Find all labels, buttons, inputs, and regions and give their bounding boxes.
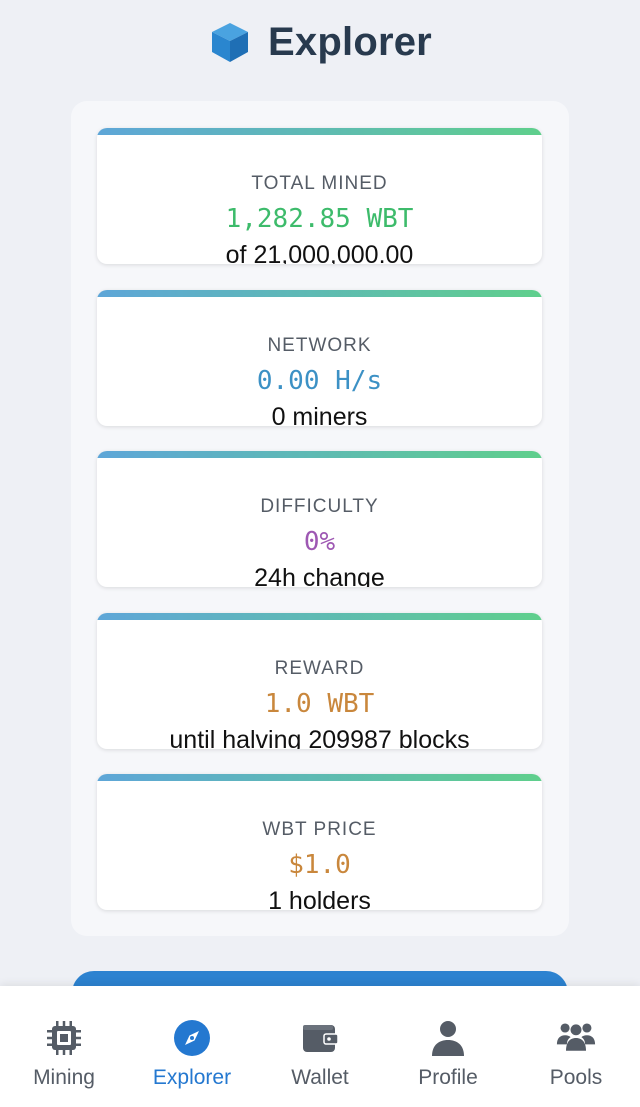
card-accent-bar bbox=[97, 290, 542, 297]
bottom-nav: Mining Explorer Wallet Profile Pools bbox=[0, 986, 640, 1107]
stats-panel: TOTAL MINED 1,282.85 WBT of 21,000,000.0… bbox=[71, 101, 569, 936]
nav-item-mining[interactable]: Mining bbox=[0, 986, 128, 1107]
stat-card-total-mined: TOTAL MINED 1,282.85 WBT of 21,000,000.0… bbox=[97, 128, 542, 264]
nav-label: Mining bbox=[33, 1066, 95, 1089]
users-icon bbox=[556, 1023, 596, 1051]
stat-card-reward: REWARD 1.0 WBT until halving 209987 bloc… bbox=[97, 613, 542, 749]
stat-card-network: NETWORK 0.00 H/s 0 miners bbox=[97, 290, 542, 426]
stat-value: 0% bbox=[303, 527, 336, 557]
chip-icon bbox=[47, 1021, 81, 1055]
stat-value: 1,282.85 WBT bbox=[225, 204, 414, 234]
stat-value: $1.0 bbox=[288, 850, 351, 880]
nav-label: Profile bbox=[418, 1066, 478, 1089]
nav-item-explorer[interactable]: Explorer bbox=[128, 986, 256, 1107]
nav-item-pools[interactable]: Pools bbox=[512, 986, 640, 1107]
stat-subtext: of 21,000,000.00 bbox=[225, 241, 414, 264]
card-accent-bar bbox=[97, 774, 542, 781]
stat-value: 0.00 H/s bbox=[256, 366, 383, 396]
nav-item-profile[interactable]: Profile bbox=[384, 986, 512, 1107]
stat-card-wbt-price: WBT PRICE $1.0 1 holders bbox=[97, 774, 542, 910]
card-accent-bar bbox=[97, 451, 542, 458]
nav-label: Wallet bbox=[291, 1066, 349, 1089]
user-icon bbox=[432, 1021, 464, 1056]
card-accent-bar bbox=[97, 613, 542, 620]
stat-card-difficulty: DIFFICULTY 0% 24h change bbox=[97, 451, 542, 587]
page-title: Explorer bbox=[268, 19, 432, 64]
nav-item-wallet[interactable]: Wallet bbox=[256, 986, 384, 1107]
stat-label: WBT PRICE bbox=[262, 819, 377, 840]
stat-value: 1.0 WBT bbox=[264, 689, 375, 719]
stat-label: DIFFICULTY bbox=[260, 496, 379, 517]
stat-label: NETWORK bbox=[267, 335, 372, 356]
wallet-icon bbox=[303, 1025, 339, 1052]
stat-subtext: 24h change bbox=[254, 564, 385, 587]
card-accent-bar bbox=[97, 128, 542, 135]
stat-label: TOTAL MINED bbox=[251, 173, 388, 194]
stat-subtext: until halving 209987 blocks bbox=[169, 726, 470, 749]
compass-icon bbox=[174, 1020, 210, 1056]
stat-label: REWARD bbox=[274, 658, 365, 679]
page-header: Explorer bbox=[0, 14, 640, 70]
cube-icon bbox=[212, 23, 249, 62]
nav-label: Pools bbox=[549, 1066, 603, 1089]
stat-subtext: 1 holders bbox=[268, 887, 371, 910]
nav-label: Explorer bbox=[152, 1066, 232, 1089]
stat-subtext: 0 miners bbox=[271, 403, 368, 426]
